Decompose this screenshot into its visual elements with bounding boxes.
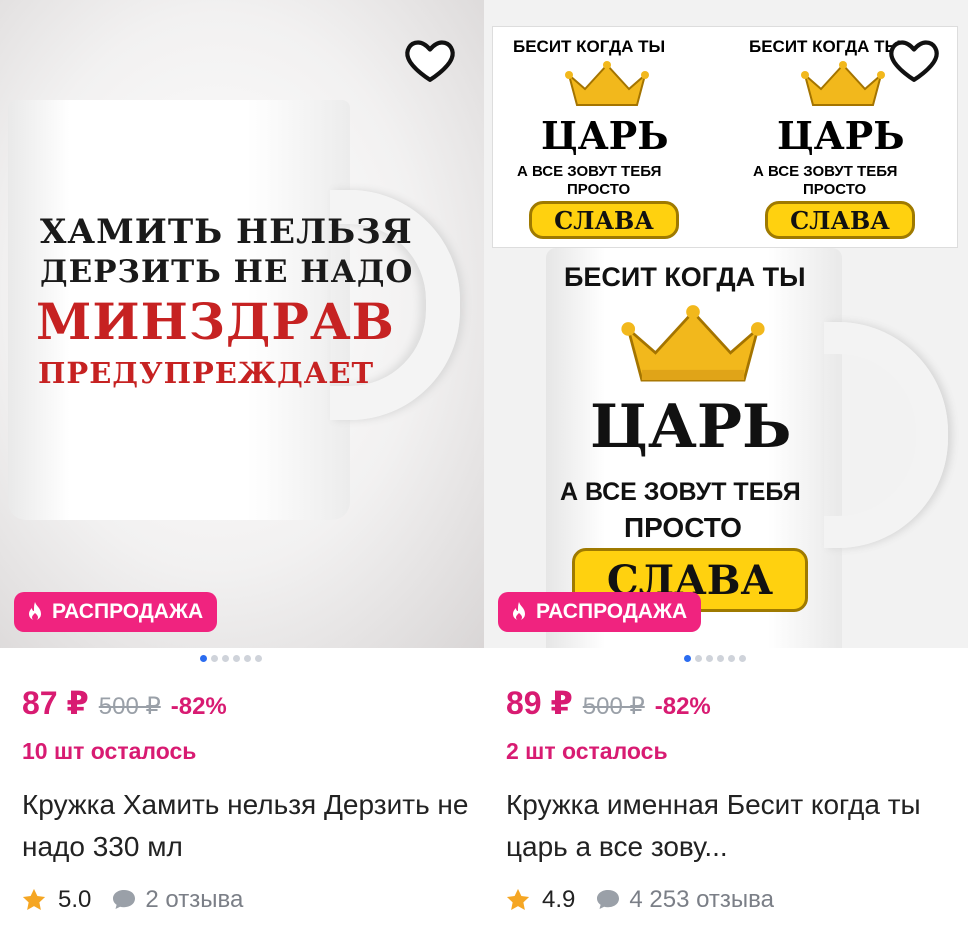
price-block: 89 ₽ 500 ₽ -82%	[506, 684, 711, 722]
mug-handle	[824, 322, 948, 548]
image-pagination[interactable]	[684, 655, 746, 662]
pagination-dot[interactable]	[233, 655, 240, 662]
current-price: 89 ₽	[506, 685, 573, 721]
pagination-dot-active[interactable]	[200, 655, 207, 662]
product-title[interactable]: Кружка Хамить нельзя Дерзить не надо 330…	[22, 784, 472, 868]
stock-left: 10 шт осталось	[22, 738, 197, 764]
star-icon	[22, 888, 46, 911]
preview-right-line-3: А ВСЕ ЗОВУТ ТЕБЯ	[753, 163, 898, 180]
product-image[interactable]: БЕСИТ КОГДА ТЫ ЦАРЬ А ВСЕ ЗОВУТ ТЕБЯ ПРО…	[484, 0, 968, 648]
rating-row[interactable]: 5.0 2 отзыва	[20, 886, 243, 914]
heart-outline-icon[interactable]	[402, 32, 458, 88]
reviews-count: 4 253 отзыва	[629, 886, 774, 913]
crown-icon	[621, 305, 765, 382]
preview-right-name-plate: СЛАВА	[765, 201, 915, 239]
pagination-dot[interactable]	[717, 655, 724, 662]
fire-icon	[513, 602, 525, 621]
pagination-dot[interactable]	[255, 655, 262, 662]
chat-bubble-icon	[597, 890, 620, 909]
chat-bubble-icon	[113, 890, 136, 909]
preview-left-name-plate: СЛАВА	[529, 201, 679, 239]
pagination-dot[interactable]	[222, 655, 229, 662]
rating-value: 5.0	[58, 886, 92, 913]
preview-left-line-1: БЕСИТ КОГДА ТЫ	[513, 37, 666, 56]
preview-right-line-4: ПРОСТО	[803, 181, 867, 198]
mug-line-3: А ВСЕ ЗОВУТ ТЕБЯ	[560, 478, 801, 506]
mug-line-4: ПРОСТО	[624, 512, 742, 543]
sale-badge: РАСПРОДАЖА	[498, 592, 702, 632]
star-icon	[506, 888, 530, 911]
current-price: 87 ₽	[22, 685, 89, 721]
old-price: 500 ₽	[98, 693, 161, 720]
product-title[interactable]: Кружка именная Бесит когда ты царь а все…	[506, 784, 956, 868]
image-pagination[interactable]	[200, 655, 262, 662]
pagination-dot[interactable]	[739, 655, 746, 662]
rating-row[interactable]: 4.9 4 253 отзыва	[504, 886, 774, 914]
crown-icon	[565, 61, 649, 106]
preview-right-line-2: ЦАРЬ	[777, 113, 905, 158]
fire-icon	[29, 602, 41, 621]
discount: -82%	[654, 693, 711, 720]
pagination-dot-active[interactable]	[684, 655, 691, 662]
discount: -82%	[170, 693, 227, 720]
price-block: 87 ₽ 500 ₽ -82%	[22, 684, 227, 722]
mug-line-2: ЦАРЬ	[590, 392, 792, 462]
mug-line-4: ПРЕДУПРЕЖДАЕТ	[38, 356, 375, 390]
product-card[interactable]: БЕСИТ КОГДА ТЫ ЦАРЬ А ВСЕ ЗОВУТ ТЕБЯ ПРО…	[484, 0, 968, 934]
pagination-dot[interactable]	[244, 655, 251, 662]
preview-left-line-3: А ВСЕ ЗОВУТ ТЕБЯ	[517, 163, 662, 180]
sale-badge: РАСПРОДАЖА	[14, 592, 218, 632]
mug-line-1: ХАМИТЬ НЕЛЬЗЯ	[40, 212, 413, 252]
stock-left: 2 шт осталось	[506, 738, 668, 764]
pagination-dot[interactable]	[211, 655, 218, 662]
sale-badge-label: РАСПРОДАЖА	[52, 600, 204, 623]
old-price: 500 ₽	[582, 693, 645, 720]
sale-badge-label: РАСПРОДАЖА	[536, 600, 688, 623]
preview-right-line-1: БЕСИТ КОГДА ТЫ	[749, 37, 902, 56]
heart-outline-icon[interactable]	[886, 32, 942, 88]
reviews-count: 2 отзыва	[145, 886, 244, 913]
product-image[interactable]: ХАМИТЬ НЕЛЬЗЯ ДЕРЗИТЬ НЕ НАДО МИНЗДРАВ П…	[0, 0, 484, 648]
rating-value: 4.9	[542, 886, 576, 913]
crown-icon	[801, 61, 885, 106]
mug-line-1: БЕСИТ КОГДА ТЫ	[564, 262, 806, 292]
preview-left-line-4: ПРОСТО	[567, 181, 631, 198]
pagination-dot[interactable]	[728, 655, 735, 662]
product-card[interactable]: ХАМИТЬ НЕЛЬЗЯ ДЕРЗИТЬ НЕ НАДО МИНЗДРАВ П…	[0, 0, 484, 934]
pagination-dot[interactable]	[695, 655, 702, 662]
mug-line-2: ДЕРЗИТЬ НЕ НАДО	[40, 254, 414, 290]
pagination-dot[interactable]	[706, 655, 713, 662]
mug-line-3: МИНЗДРАВ	[36, 292, 395, 351]
product-grid: ХАМИТЬ НЕЛЬЗЯ ДЕРЗИТЬ НЕ НАДО МИНЗДРАВ П…	[0, 0, 968, 934]
preview-left-line-2: ЦАРЬ	[541, 113, 669, 158]
